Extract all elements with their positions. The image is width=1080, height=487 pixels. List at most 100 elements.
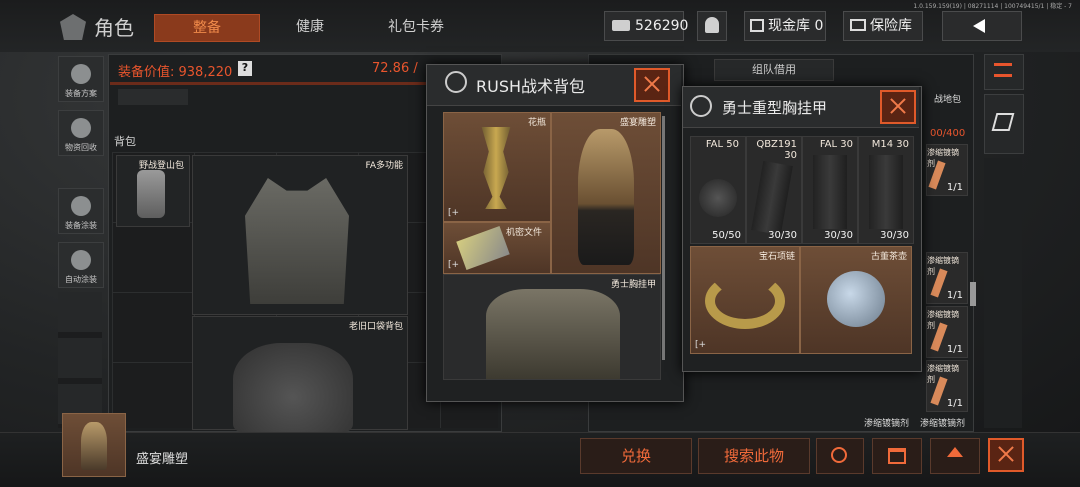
scrollbar[interactable]	[970, 282, 976, 306]
item-vase[interactable]: 花瓶 [+	[443, 112, 551, 222]
item-label: QBZ191 30	[756, 139, 797, 161]
item-label: FAL 50	[705, 139, 739, 150]
necklace-image	[705, 273, 785, 329]
item-antique-teapot[interactable]: 古董茶壶	[800, 246, 912, 354]
drum-mag-image	[699, 179, 737, 217]
ammo-slot[interactable]: 渗缩镀镝剂 1/1	[926, 252, 968, 304]
search-item-button[interactable]: 搜索此物	[698, 438, 810, 474]
sidebar-label: 装备方案	[65, 89, 97, 98]
backpack-image	[137, 170, 165, 218]
discard-button[interactable]	[872, 438, 922, 474]
weight-value: 72.86 /	[372, 61, 418, 76]
item-count: 30/30	[880, 230, 909, 241]
item-count: 1/1	[946, 344, 963, 355]
cash-vault-label: 现金库 0	[768, 18, 824, 34]
rush-panel-title: RUSH战术背包	[476, 77, 586, 96]
recycle-button[interactable]: 物资回收	[58, 110, 104, 156]
bin-icon	[888, 448, 906, 464]
close-rush-button[interactable]	[634, 68, 670, 102]
magazine-image	[751, 160, 793, 236]
item-old-pouch[interactable]: 老旧口袋背包	[192, 316, 408, 433]
equipment-plan-button[interactable]: 装备方案	[58, 56, 104, 102]
tab-prepare[interactable]: 整备	[154, 14, 260, 42]
tab-gift-cards[interactable]: 礼包卡券	[364, 14, 468, 40]
backpack-label: 背包	[114, 135, 136, 148]
globe-icon	[445, 71, 467, 93]
team-borrow-tab[interactable]: 组队借用	[714, 59, 834, 81]
page-title: 角色	[94, 16, 134, 40]
sort-button[interactable]	[984, 54, 1024, 90]
mag-qbz191[interactable]: QBZ191 30 30/30	[746, 136, 802, 244]
sidebar-empty-slots	[58, 292, 102, 428]
item-gem-necklace[interactable]: 宝石项链 [+	[690, 246, 800, 354]
magazine-image	[869, 155, 903, 229]
recycle-icon	[71, 118, 91, 138]
close-bottom-button[interactable]	[988, 438, 1024, 472]
item-label: 古董茶壶	[870, 252, 907, 262]
item-label: FAL 30	[819, 139, 853, 150]
paint-button[interactable]: 装备涂装	[58, 188, 104, 234]
rig-panel-title: 勇士重型胸挂甲	[722, 99, 828, 117]
globe-icon	[690, 95, 712, 117]
magazine-image	[813, 155, 847, 229]
item-label: 勇士胸挂甲	[610, 280, 656, 290]
agent-button[interactable]	[697, 11, 727, 41]
item-count: 1/1	[946, 182, 963, 193]
safe-icon	[850, 19, 866, 31]
tab-health[interactable]: 健康	[262, 14, 358, 40]
stack-icon	[991, 113, 1015, 131]
search-button[interactable]	[816, 438, 864, 474]
mag-fal50[interactable]: FAL 50 50/50	[690, 136, 746, 244]
sort-icon	[994, 63, 1012, 77]
item-count: 30/30	[768, 230, 797, 241]
item-field-backpack[interactable]: 野战登山包	[116, 155, 190, 227]
exchange-button[interactable]: 兑换	[580, 438, 692, 474]
ammo-column: 渗缩镀镝剂 1/1 渗缩镀镝剂 1/1 渗缩镀镝剂 1/1 渗缩镀镝剂 1/1	[926, 140, 968, 430]
search-icon	[831, 447, 847, 463]
back-arrow-icon	[973, 19, 985, 33]
sidebar-label: 自动涂装	[65, 275, 97, 284]
auto-paint-button[interactable]: 自动涂装	[58, 242, 104, 288]
item-label: 机密文件	[505, 228, 542, 238]
help-icon[interactable]: ?	[238, 61, 252, 76]
empty-slot	[118, 89, 188, 105]
item-label: 花瓶	[527, 118, 546, 128]
vault-icon	[750, 19, 764, 32]
equipment-value: 装备价值: 938,220	[118, 65, 233, 80]
pouch-image	[233, 343, 353, 433]
ammo-slot[interactable]: 渗缩镀镝剂 1/1	[926, 306, 968, 358]
ammo-slot[interactable]: 渗缩镀镝剂 1/1	[926, 360, 968, 412]
safe-box-button[interactable]: 保险库	[843, 11, 923, 41]
rig-capacity: 00/400	[930, 128, 966, 139]
item-label: M14 30	[871, 139, 909, 150]
close-rig-button[interactable]	[880, 90, 916, 124]
currency-display[interactable]: 526290	[604, 11, 688, 41]
item-feast-sculpture[interactable]: 盛宴雕塑	[551, 112, 661, 274]
item-vest[interactable]: FA多功能	[192, 155, 408, 315]
move-up-button[interactable]	[930, 438, 980, 474]
item-label: 渗缩镀镝剂	[927, 148, 959, 168]
ammo-slot[interactable]: 渗缩镀镝剂 1/1	[926, 144, 968, 196]
stack-button[interactable]	[984, 94, 1024, 154]
item-count: 1/1	[946, 398, 963, 409]
drag-indicator: [+	[695, 340, 707, 350]
item-count: 50/50	[712, 230, 741, 241]
item-warrior-vest[interactable]: 勇士胸挂甲	[443, 274, 661, 380]
plan-icon	[71, 64, 91, 84]
mag-m14[interactable]: M14 30 30/30	[858, 136, 914, 244]
item-classified-file[interactable]: 机密文件 [+	[443, 222, 551, 274]
ammo-label-bottom: 渗缩镀镝剂	[864, 419, 910, 429]
rig-label: 战地包	[934, 95, 962, 105]
sidebar-label: 装备涂装	[65, 221, 97, 230]
version-text: 1.0.159.159(19) | 08271114 | 100749415/1…	[913, 3, 1072, 10]
right-rail	[984, 158, 1022, 428]
back-button[interactable]	[942, 11, 1022, 41]
ammo-label-bottom: 渗缩镀镝剂	[920, 419, 966, 429]
cash-vault-button[interactable]: 现金库 0	[744, 11, 826, 41]
warrior-vest-image	[486, 289, 620, 379]
rush-scrollbar[interactable]	[662, 116, 665, 360]
file-image	[456, 226, 510, 270]
mag-fal30[interactable]: FAL 30 30/30	[802, 136, 858, 244]
paint-icon	[71, 196, 91, 216]
cash-icon	[612, 20, 630, 31]
